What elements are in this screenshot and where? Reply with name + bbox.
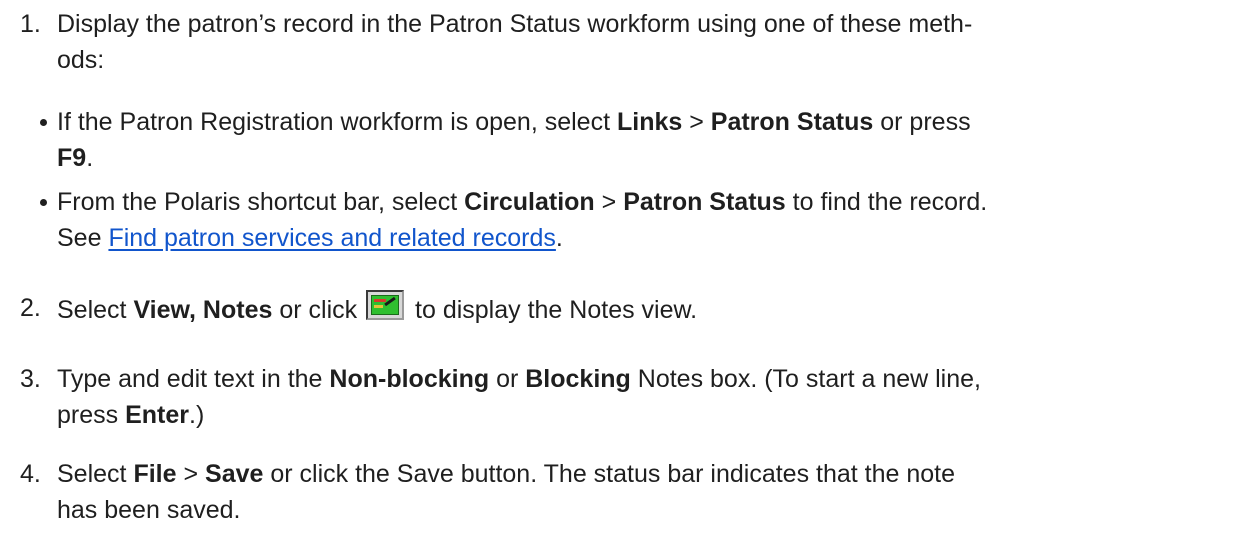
text: or press — [873, 108, 971, 136]
step-4: 4. Select File > Save or click the Save … — [0, 456, 1216, 528]
text: Notes box. (To start a new line, — [630, 365, 981, 393]
separator: > — [682, 108, 711, 136]
bullet-2: From the Polaris shortcut bar, select Ci… — [0, 184, 1216, 256]
text: has been saved. — [57, 496, 241, 524]
step-text: Select File > Save or click the Save but… — [57, 456, 1216, 528]
menu-circulation-label: Circulation — [464, 188, 595, 216]
step-number: 1. — [20, 10, 41, 38]
bullet-dot — [40, 119, 47, 126]
bullet-dot — [40, 199, 47, 206]
menu-view-notes-label: View, Notes — [133, 296, 273, 324]
step-number: 4. — [20, 460, 41, 488]
step-text: Display the patron’s record in the Patro… — [57, 6, 1216, 78]
text: . — [555, 224, 563, 252]
text: Select — [57, 296, 134, 324]
bullet-text: If the Patron Registration workform is o… — [57, 104, 1216, 176]
separator: > — [176, 460, 206, 488]
step-1: 1. Display the patron’s record in the Pa… — [0, 6, 1216, 78]
step-text: Select View, Notes or click to display t… — [57, 290, 1216, 328]
non-blocking-label: Non-blocking — [329, 365, 490, 393]
text: If the Patron Registration workform is o… — [57, 108, 617, 136]
text: Type and edit text in the — [57, 365, 330, 393]
text: or click the Save button. The status bar… — [263, 460, 956, 488]
text: Select — [57, 460, 134, 488]
blocking-label: Blocking — [525, 365, 631, 393]
menu-save-label: Save — [205, 460, 264, 488]
menu-patron-status-label: Patron Status — [710, 108, 874, 136]
step-3: 3. Type and edit text in the Non-blockin… — [0, 361, 1216, 433]
step-1-text-line2: ods: — [57, 46, 105, 74]
key-f9-label: F9 — [57, 144, 87, 172]
step-number: 3. — [20, 365, 41, 393]
text: to display the Notes view. — [408, 296, 698, 324]
step-text: Type and edit text in the Non-blocking o… — [57, 361, 1216, 433]
notes-view-icon[interactable] — [366, 290, 405, 320]
menu-links-label: Links — [616, 108, 683, 136]
step-2: 2. Select View, Notes or click to displa… — [0, 290, 1216, 328]
text: or — [489, 365, 526, 393]
text: See — [57, 224, 109, 252]
step-1-text-line1: Display the patron’s record in the Patro… — [57, 10, 973, 38]
text: .) — [189, 401, 205, 429]
text: or click — [272, 296, 365, 324]
text: From the Polaris shortcut bar, select — [57, 188, 465, 216]
bullet-1: If the Patron Registration workform is o… — [0, 104, 1216, 176]
text: to find the record. — [785, 188, 988, 216]
bullet-text: From the Polaris shortcut bar, select Ci… — [57, 184, 1216, 256]
menu-file-label: File — [133, 460, 177, 488]
step-number: 2. — [20, 294, 41, 322]
document: 1. Display the patron’s record in the Pa… — [0, 0, 1236, 546]
find-patron-services-link[interactable]: Find patron services and related records — [108, 224, 555, 252]
key-enter-label: Enter — [125, 401, 189, 429]
text: press — [57, 401, 126, 429]
text: . — [86, 144, 94, 172]
separator: > — [594, 188, 624, 216]
menu-patron-status-label: Patron Status — [623, 188, 786, 216]
